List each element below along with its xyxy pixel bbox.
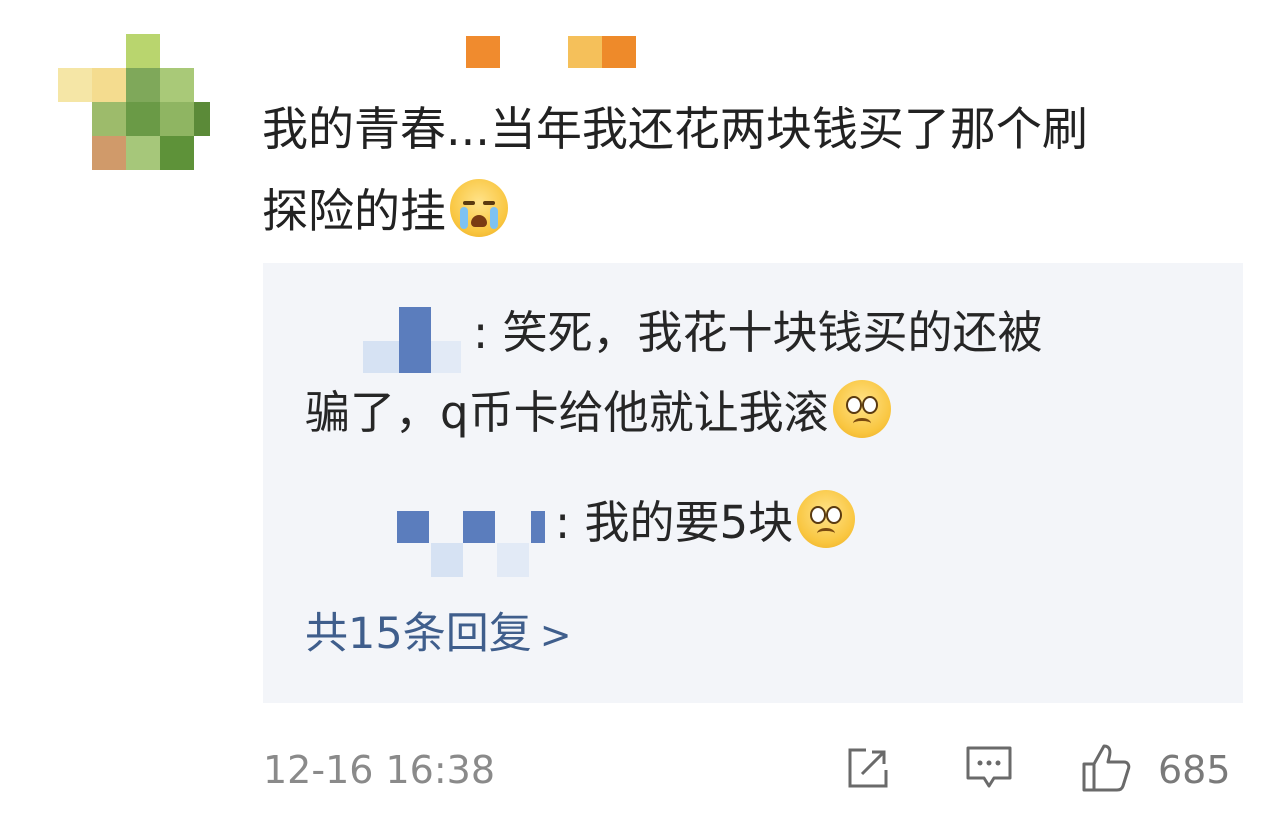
comment-line-2: 探险的挂 [262, 170, 1242, 252]
reply-username-redacted[interactable] [397, 511, 557, 577]
comment-line-2-text: 探险的挂 [262, 184, 446, 238]
avatar-pixel [126, 102, 160, 136]
avatar[interactable] [58, 34, 210, 174]
avatar-pixel [58, 68, 92, 102]
share-button[interactable] [844, 744, 892, 792]
view-more-replies-link[interactable]: 共15条回复 > [305, 599, 572, 661]
like-button[interactable] [1080, 742, 1132, 794]
share-icon [848, 748, 888, 788]
comment-button[interactable] [964, 744, 1014, 792]
chevron-right-icon: > [539, 613, 572, 657]
comment-line-1: 我的青春...当年我还花两块钱买了那个刷 [262, 102, 1088, 156]
avatar-pixel [126, 68, 160, 102]
avatar-pixel [92, 68, 126, 102]
avatar-pixel [194, 102, 210, 136]
reply-2-text: : 我的要5块 [555, 496, 794, 549]
more-replies-label: 共15条回复 [305, 609, 532, 659]
username-redacted[interactable] [462, 34, 642, 70]
avatar-pixel [160, 136, 194, 170]
avatar-pixel [92, 102, 126, 136]
reply-2-line: : 我的要5块 [555, 483, 856, 563]
username-pixel [602, 36, 636, 68]
avatar-pixel [160, 102, 194, 136]
reply-1-line-2-text: 骗了，q币卡给他就让我滚 [305, 386, 829, 439]
pleading-face-icon [832, 380, 891, 438]
username-pixel [568, 36, 602, 68]
reply-1-line-1: : 笑死，我花十块钱买的还被 [473, 306, 1043, 359]
thumbs-up-icon [1082, 744, 1131, 792]
reply-1-line-2: 骗了，q币卡给他就让我滚 [305, 373, 891, 453]
pleading-face-icon [797, 490, 856, 548]
comment-icon [966, 746, 1012, 788]
username-pixel [466, 36, 500, 68]
avatar-pixel [126, 34, 160, 68]
loudly-crying-face-icon [450, 179, 508, 237]
like-count: 685 [1158, 748, 1231, 792]
avatar-pixel [126, 136, 160, 170]
comment-body: 我的青春...当年我还花两块钱买了那个刷 探险的挂 [262, 88, 1242, 252]
replies-panel: : 笑死，我花十块钱买的还被 骗了，q币卡给他就让我滚 : 我的要5块 共15条… [263, 263, 1243, 703]
avatar-pixel [92, 136, 126, 170]
avatar-pixel [160, 68, 194, 102]
timestamp: 12-16 16:38 [263, 748, 496, 792]
